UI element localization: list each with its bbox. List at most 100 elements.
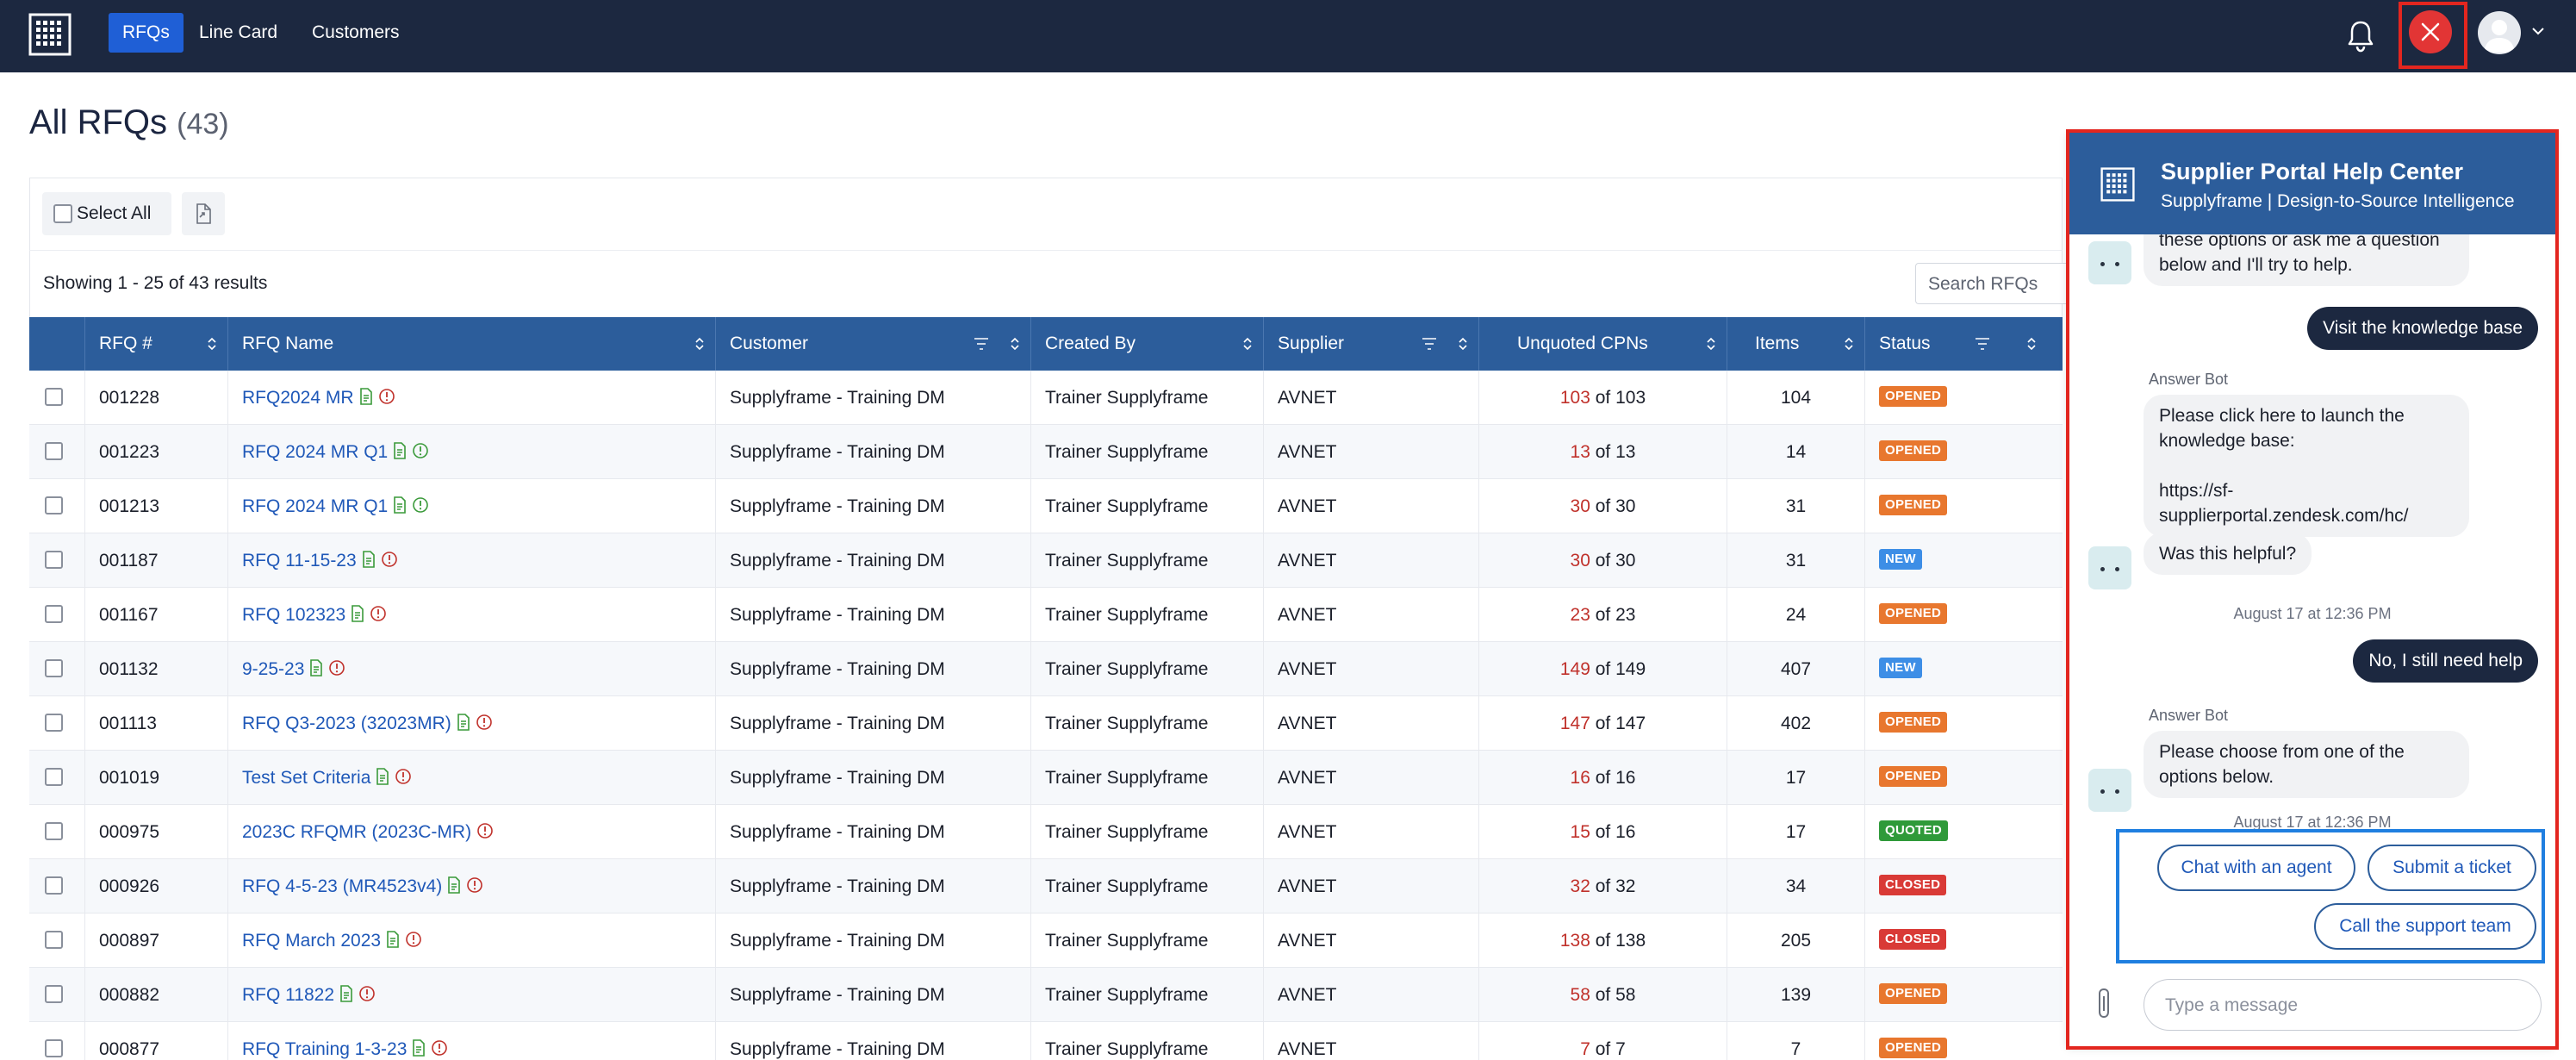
table-row[interactable]: 001213 RFQ 2024 MR Q1 Supplyframe - Traini… (29, 479, 2063, 533)
row-checkbox[interactable] (45, 388, 63, 406)
rfq-name-link[interactable]: RFQ 2024 MR Q1 (242, 496, 388, 516)
nav-tab-customers[interactable]: Customers (298, 13, 414, 53)
info-icon[interactable] (412, 496, 429, 514)
document-icon[interactable] (351, 605, 364, 623)
table-row[interactable]: 000975 2023C RFQMR (2023C-MR) Supplyframe … (29, 805, 2063, 859)
table-row[interactable]: 000897 RFQ March 2023 Supplyframe - Traini… (29, 913, 2063, 968)
info-icon[interactable] (431, 1039, 448, 1057)
row-checkbox[interactable] (45, 496, 63, 514)
filter-icon[interactable] (1975, 337, 1990, 351)
column-header-status[interactable]: Status (1864, 317, 2063, 371)
sort-icon[interactable] (694, 336, 705, 352)
column-header-rfq-name[interactable]: RFQ Name (227, 317, 715, 371)
info-icon[interactable] (378, 388, 395, 405)
rfq-name-link[interactable]: RFQ 102323 (242, 605, 345, 625)
knowledge-base-link[interactable]: https://sf- (2159, 478, 2454, 503)
table-row[interactable]: 001187 RFQ 11-15-23 Supplyframe - Training… (29, 533, 2063, 588)
table-row[interactable]: 001113 RFQ Q3-2023 (32023MR) Supplyframe -… (29, 696, 2063, 751)
info-icon[interactable] (405, 931, 422, 948)
rfq-name-link[interactable]: RFQ 11822 (242, 985, 334, 1005)
export-button[interactable] (182, 192, 225, 235)
row-checkbox[interactable] (45, 551, 63, 569)
row-checkbox[interactable] (45, 1039, 63, 1057)
rfq-name-link[interactable]: RFQ 2024 MR Q1 (242, 442, 388, 462)
select-all-button[interactable]: Select All (42, 192, 171, 235)
document-icon[interactable] (457, 714, 470, 732)
sort-icon[interactable] (1458, 336, 1468, 352)
table-row[interactable]: 001167 RFQ 102323 Supplyframe - Training D… (29, 588, 2063, 642)
select-all-checkbox[interactable] (53, 204, 72, 223)
column-header-created-by[interactable]: Created By (1030, 317, 1263, 371)
table-row[interactable]: 001228 RFQ2024 MR Supplyframe - Training D… (29, 371, 2063, 425)
document-icon[interactable] (393, 442, 407, 460)
table-row[interactable]: 001223 RFQ 2024 MR Q1 Supplyframe - Traini… (29, 425, 2063, 479)
rfq-name-link[interactable]: Test Set Criteria (242, 768, 370, 788)
table-row[interactable]: 000877 RFQ Training 1-3-23 Supplyframe - T… (29, 1022, 2063, 1060)
row-checkbox[interactable] (45, 714, 63, 732)
nav-tab-line-card[interactable]: Line Card (185, 13, 291, 53)
info-icon[interactable] (476, 822, 494, 839)
document-icon[interactable] (362, 551, 376, 569)
info-icon[interactable] (370, 605, 387, 622)
bell-icon[interactable] (2345, 19, 2376, 53)
row-checkbox[interactable] (45, 659, 63, 677)
rfq-name-link[interactable]: RFQ Training 1-3-23 (242, 1039, 407, 1059)
info-icon[interactable] (381, 551, 398, 568)
row-checkbox[interactable] (45, 985, 63, 1003)
message-input[interactable]: Type a message (2144, 979, 2542, 1031)
table-row[interactable]: 001019 Test Set Criteria Supplyframe - Tra… (29, 751, 2063, 805)
document-icon[interactable] (386, 931, 400, 949)
table-row[interactable]: 000926 RFQ 4-5-23 (MR4523v4) Supplyframe -… (29, 859, 2063, 913)
filter-icon[interactable] (1422, 337, 1437, 351)
column-header-items[interactable]: Items (1727, 317, 1864, 371)
document-icon[interactable] (412, 1039, 426, 1057)
avatar[interactable] (2478, 11, 2521, 54)
document-icon[interactable] (359, 388, 373, 406)
chevron-down-icon[interactable] (2531, 26, 2545, 36)
rfq-name-link[interactable]: RFQ 4-5-23 (MR4523v4) (242, 876, 442, 896)
sort-icon[interactable] (207, 336, 217, 352)
row-checkbox[interactable] (45, 931, 63, 949)
search-input[interactable]: Search RFQs (1915, 263, 2088, 304)
table-row[interactable]: 001132 9-25-23 Supplyframe - Training DM Tr… (29, 642, 2063, 696)
row-checkbox[interactable] (45, 822, 63, 840)
row-checkbox[interactable] (45, 442, 63, 460)
info-icon[interactable] (412, 442, 429, 459)
column-header-unquoted-cpns[interactable]: Unquoted CPNs (1478, 317, 1727, 371)
column-header-rfq-number[interactable]: RFQ # (84, 317, 227, 371)
sort-icon[interactable] (1844, 336, 1854, 352)
rfq-name-link[interactable]: 2023C RFQMR (2023C-MR) (242, 822, 471, 842)
info-icon[interactable] (466, 876, 483, 894)
rfq-name-link[interactable]: RFQ March 2023 (242, 931, 381, 951)
row-checkbox[interactable] (45, 768, 63, 786)
info-icon[interactable] (328, 659, 345, 677)
info-icon[interactable] (476, 714, 493, 731)
paperclip-icon[interactable] (2095, 986, 2114, 1020)
call-support-team-button[interactable]: Call the support team (2314, 903, 2536, 950)
column-header-customer[interactable]: Customer (715, 317, 1030, 371)
submit-ticket-button[interactable]: Submit a ticket (2368, 845, 2536, 891)
sort-icon[interactable] (1242, 336, 1253, 352)
document-icon[interactable] (376, 768, 389, 786)
sort-icon[interactable] (1010, 336, 1020, 352)
nav-tab-rfqs[interactable]: RFQs (109, 13, 184, 53)
rfq-name-link[interactable]: 9-25-23 (242, 659, 304, 679)
document-icon[interactable] (447, 876, 461, 895)
rfq-name-link[interactable]: RFQ 11-15-23 (242, 551, 357, 571)
row-checkbox[interactable] (45, 605, 63, 623)
table-row[interactable]: 000882 RFQ 11822 Supplyframe - Training DM… (29, 968, 2063, 1022)
grid-logo-icon[interactable] (28, 13, 72, 56)
info-icon[interactable] (358, 985, 376, 1002)
chat-with-agent-button[interactable]: Chat with an agent (2157, 845, 2355, 891)
rfq-name-link[interactable]: RFQ Q3-2023 (32023MR) (242, 714, 451, 733)
row-checkbox[interactable] (45, 876, 63, 895)
filter-icon[interactable] (974, 337, 989, 351)
sort-icon[interactable] (1706, 336, 1716, 352)
document-icon[interactable] (393, 496, 407, 514)
rfq-name-link[interactable]: RFQ2024 MR (242, 388, 354, 408)
document-icon[interactable] (339, 985, 353, 1003)
sort-icon[interactable] (2026, 336, 2037, 352)
knowledge-base-link[interactable]: supplierportal.zendesk.com/hc/ (2159, 503, 2454, 528)
column-header-supplier[interactable]: Supplier (1263, 317, 1478, 371)
document-icon[interactable] (309, 659, 323, 677)
